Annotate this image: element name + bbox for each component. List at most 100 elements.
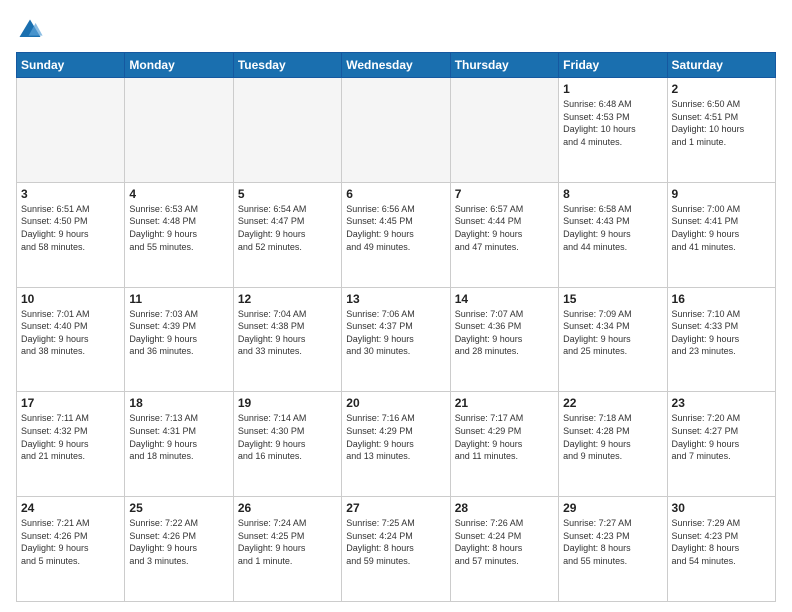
calendar-cell: 4 Sunrise: 6:53 AM Sunset: 4:48 PM Daylig…	[125, 182, 233, 287]
calendar-cell: 14 Sunrise: 7:07 AM Sunset: 4:36 PM Dayli…	[450, 287, 558, 392]
day-number: 5	[238, 187, 337, 201]
day-info: Sunrise: 6:53 AM Sunset: 4:48 PM Dayligh…	[129, 203, 228, 253]
day-info: Sunrise: 7:04 AM Sunset: 4:38 PM Dayligh…	[238, 308, 337, 358]
day-info: Sunrise: 6:57 AM Sunset: 4:44 PM Dayligh…	[455, 203, 554, 253]
day-info: Sunrise: 7:00 AM Sunset: 4:41 PM Dayligh…	[672, 203, 771, 253]
day-info: Sunrise: 6:54 AM Sunset: 4:47 PM Dayligh…	[238, 203, 337, 253]
day-info: Sunrise: 7:07 AM Sunset: 4:36 PM Dayligh…	[455, 308, 554, 358]
calendar-cell: 24Sunrise: 7:21 AM Sunset: 4:26 PM Dayli…	[17, 497, 125, 602]
day-info: Sunrise: 7:16 AM Sunset: 4:29 PM Dayligh…	[346, 412, 445, 462]
calendar-cell: 22 Sunrise: 7:18 AM Sunset: 4:28 PM Dayli…	[559, 392, 667, 497]
day-number: 18	[129, 396, 228, 410]
day-number: 3	[21, 187, 120, 201]
calendar-cell: 20Sunrise: 7:16 AM Sunset: 4:29 PM Dayli…	[342, 392, 450, 497]
calendar-cell	[233, 78, 341, 183]
weekday-header-saturday: Saturday	[667, 53, 775, 78]
day-info: Sunrise: 7:18 AM Sunset: 4:28 PM Dayligh…	[563, 412, 662, 462]
day-number: 22	[563, 396, 662, 410]
day-number: 10	[21, 292, 120, 306]
day-info: Sunrise: 7:24 AM Sunset: 4:25 PM Dayligh…	[238, 517, 337, 567]
day-number: 7	[455, 187, 554, 201]
day-info: Sunrise: 7:20 AM Sunset: 4:27 PM Dayligh…	[672, 412, 771, 462]
day-info: Sunrise: 7:21 AM Sunset: 4:26 PM Dayligh…	[21, 517, 120, 567]
day-number: 11	[129, 292, 228, 306]
calendar-cell: 12 Sunrise: 7:04 AM Sunset: 4:38 PM Dayli…	[233, 287, 341, 392]
day-number: 29	[563, 501, 662, 515]
calendar-cell: 5 Sunrise: 6:54 AM Sunset: 4:47 PM Daylig…	[233, 182, 341, 287]
day-number: 4	[129, 187, 228, 201]
day-info: Sunrise: 7:06 AM Sunset: 4:37 PM Dayligh…	[346, 308, 445, 358]
weekday-header-monday: Monday	[125, 53, 233, 78]
weekday-header-wednesday: Wednesday	[342, 53, 450, 78]
calendar-week-1: 1 Sunrise: 6:48 AM Sunset: 4:53 PM Daylig…	[17, 78, 776, 183]
calendar-cell: 19 Sunrise: 7:14 AM Sunset: 4:30 PM Dayli…	[233, 392, 341, 497]
calendar-cell: 18Sunrise: 7:13 AM Sunset: 4:31 PM Dayli…	[125, 392, 233, 497]
calendar-table: SundayMondayTuesdayWednesdayThursdayFrid…	[16, 52, 776, 602]
calendar-cell: 2Sunrise: 6:50 AM Sunset: 4:51 PM Daylig…	[667, 78, 775, 183]
day-info: Sunrise: 7:03 AM Sunset: 4:39 PM Dayligh…	[129, 308, 228, 358]
calendar-cell: 3Sunrise: 6:51 AM Sunset: 4:50 PM Daylig…	[17, 182, 125, 287]
day-number: 27	[346, 501, 445, 515]
day-info: Sunrise: 6:58 AM Sunset: 4:43 PM Dayligh…	[563, 203, 662, 253]
calendar-cell: 1 Sunrise: 6:48 AM Sunset: 4:53 PM Daylig…	[559, 78, 667, 183]
day-number: 28	[455, 501, 554, 515]
day-info: Sunrise: 6:48 AM Sunset: 4:53 PM Dayligh…	[563, 98, 662, 148]
calendar-cell: 15 Sunrise: 7:09 AM Sunset: 4:34 PM Dayli…	[559, 287, 667, 392]
calendar-cell: 9Sunrise: 7:00 AM Sunset: 4:41 PM Daylig…	[667, 182, 775, 287]
calendar-cell	[17, 78, 125, 183]
calendar-cell	[450, 78, 558, 183]
day-number: 21	[455, 396, 554, 410]
day-number: 1	[563, 82, 662, 96]
calendar-cell: 29 Sunrise: 7:27 AM Sunset: 4:23 PM Dayli…	[559, 497, 667, 602]
calendar-cell: 30Sunrise: 7:29 AM Sunset: 4:23 PM Dayli…	[667, 497, 775, 602]
weekday-header-friday: Friday	[559, 53, 667, 78]
calendar-cell: 11 Sunrise: 7:03 AM Sunset: 4:39 PM Dayli…	[125, 287, 233, 392]
day-number: 14	[455, 292, 554, 306]
day-info: Sunrise: 7:29 AM Sunset: 4:23 PM Dayligh…	[672, 517, 771, 567]
logo-icon	[16, 16, 44, 44]
day-number: 19	[238, 396, 337, 410]
day-number: 17	[21, 396, 120, 410]
calendar-cell: 6 Sunrise: 6:56 AM Sunset: 4:45 PM Daylig…	[342, 182, 450, 287]
day-info: Sunrise: 7:14 AM Sunset: 4:30 PM Dayligh…	[238, 412, 337, 462]
calendar-cell: 27 Sunrise: 7:25 AM Sunset: 4:24 PM Dayli…	[342, 497, 450, 602]
logo	[16, 16, 48, 44]
calendar-cell: 10 Sunrise: 7:01 AM Sunset: 4:40 PM Dayli…	[17, 287, 125, 392]
calendar-cell: 23 Sunrise: 7:20 AM Sunset: 4:27 PM Dayli…	[667, 392, 775, 497]
day-info: Sunrise: 7:22 AM Sunset: 4:26 PM Dayligh…	[129, 517, 228, 567]
calendar-cell: 17Sunrise: 7:11 AM Sunset: 4:32 PM Dayli…	[17, 392, 125, 497]
calendar-cell: 8 Sunrise: 6:58 AM Sunset: 4:43 PM Daylig…	[559, 182, 667, 287]
calendar-week-5: 24Sunrise: 7:21 AM Sunset: 4:26 PM Dayli…	[17, 497, 776, 602]
day-info: Sunrise: 7:25 AM Sunset: 4:24 PM Dayligh…	[346, 517, 445, 567]
day-number: 23	[672, 396, 771, 410]
day-info: Sunrise: 7:26 AM Sunset: 4:24 PM Dayligh…	[455, 517, 554, 567]
day-info: Sunrise: 7:10 AM Sunset: 4:33 PM Dayligh…	[672, 308, 771, 358]
calendar-cell: 21 Sunrise: 7:17 AM Sunset: 4:29 PM Dayli…	[450, 392, 558, 497]
calendar-week-3: 10 Sunrise: 7:01 AM Sunset: 4:40 PM Dayli…	[17, 287, 776, 392]
day-info: Sunrise: 7:17 AM Sunset: 4:29 PM Dayligh…	[455, 412, 554, 462]
calendar-cell: 28 Sunrise: 7:26 AM Sunset: 4:24 PM Dayli…	[450, 497, 558, 602]
weekday-header-tuesday: Tuesday	[233, 53, 341, 78]
day-number: 6	[346, 187, 445, 201]
weekday-header-row: SundayMondayTuesdayWednesdayThursdayFrid…	[17, 53, 776, 78]
calendar-week-2: 3Sunrise: 6:51 AM Sunset: 4:50 PM Daylig…	[17, 182, 776, 287]
header	[16, 16, 776, 44]
page: SundayMondayTuesdayWednesdayThursdayFrid…	[0, 0, 792, 612]
day-info: Sunrise: 6:56 AM Sunset: 4:45 PM Dayligh…	[346, 203, 445, 253]
weekday-header-sunday: Sunday	[17, 53, 125, 78]
day-number: 15	[563, 292, 662, 306]
calendar-cell: 26Sunrise: 7:24 AM Sunset: 4:25 PM Dayli…	[233, 497, 341, 602]
day-info: Sunrise: 6:50 AM Sunset: 4:51 PM Dayligh…	[672, 98, 771, 148]
weekday-header-thursday: Thursday	[450, 53, 558, 78]
day-number: 8	[563, 187, 662, 201]
day-number: 25	[129, 501, 228, 515]
calendar-cell	[342, 78, 450, 183]
day-number: 13	[346, 292, 445, 306]
calendar-cell	[125, 78, 233, 183]
day-number: 12	[238, 292, 337, 306]
day-info: Sunrise: 7:27 AM Sunset: 4:23 PM Dayligh…	[563, 517, 662, 567]
day-info: Sunrise: 7:01 AM Sunset: 4:40 PM Dayligh…	[21, 308, 120, 358]
calendar-cell: 7 Sunrise: 6:57 AM Sunset: 4:44 PM Daylig…	[450, 182, 558, 287]
day-info: Sunrise: 7:09 AM Sunset: 4:34 PM Dayligh…	[563, 308, 662, 358]
calendar-cell: 16Sunrise: 7:10 AM Sunset: 4:33 PM Dayli…	[667, 287, 775, 392]
